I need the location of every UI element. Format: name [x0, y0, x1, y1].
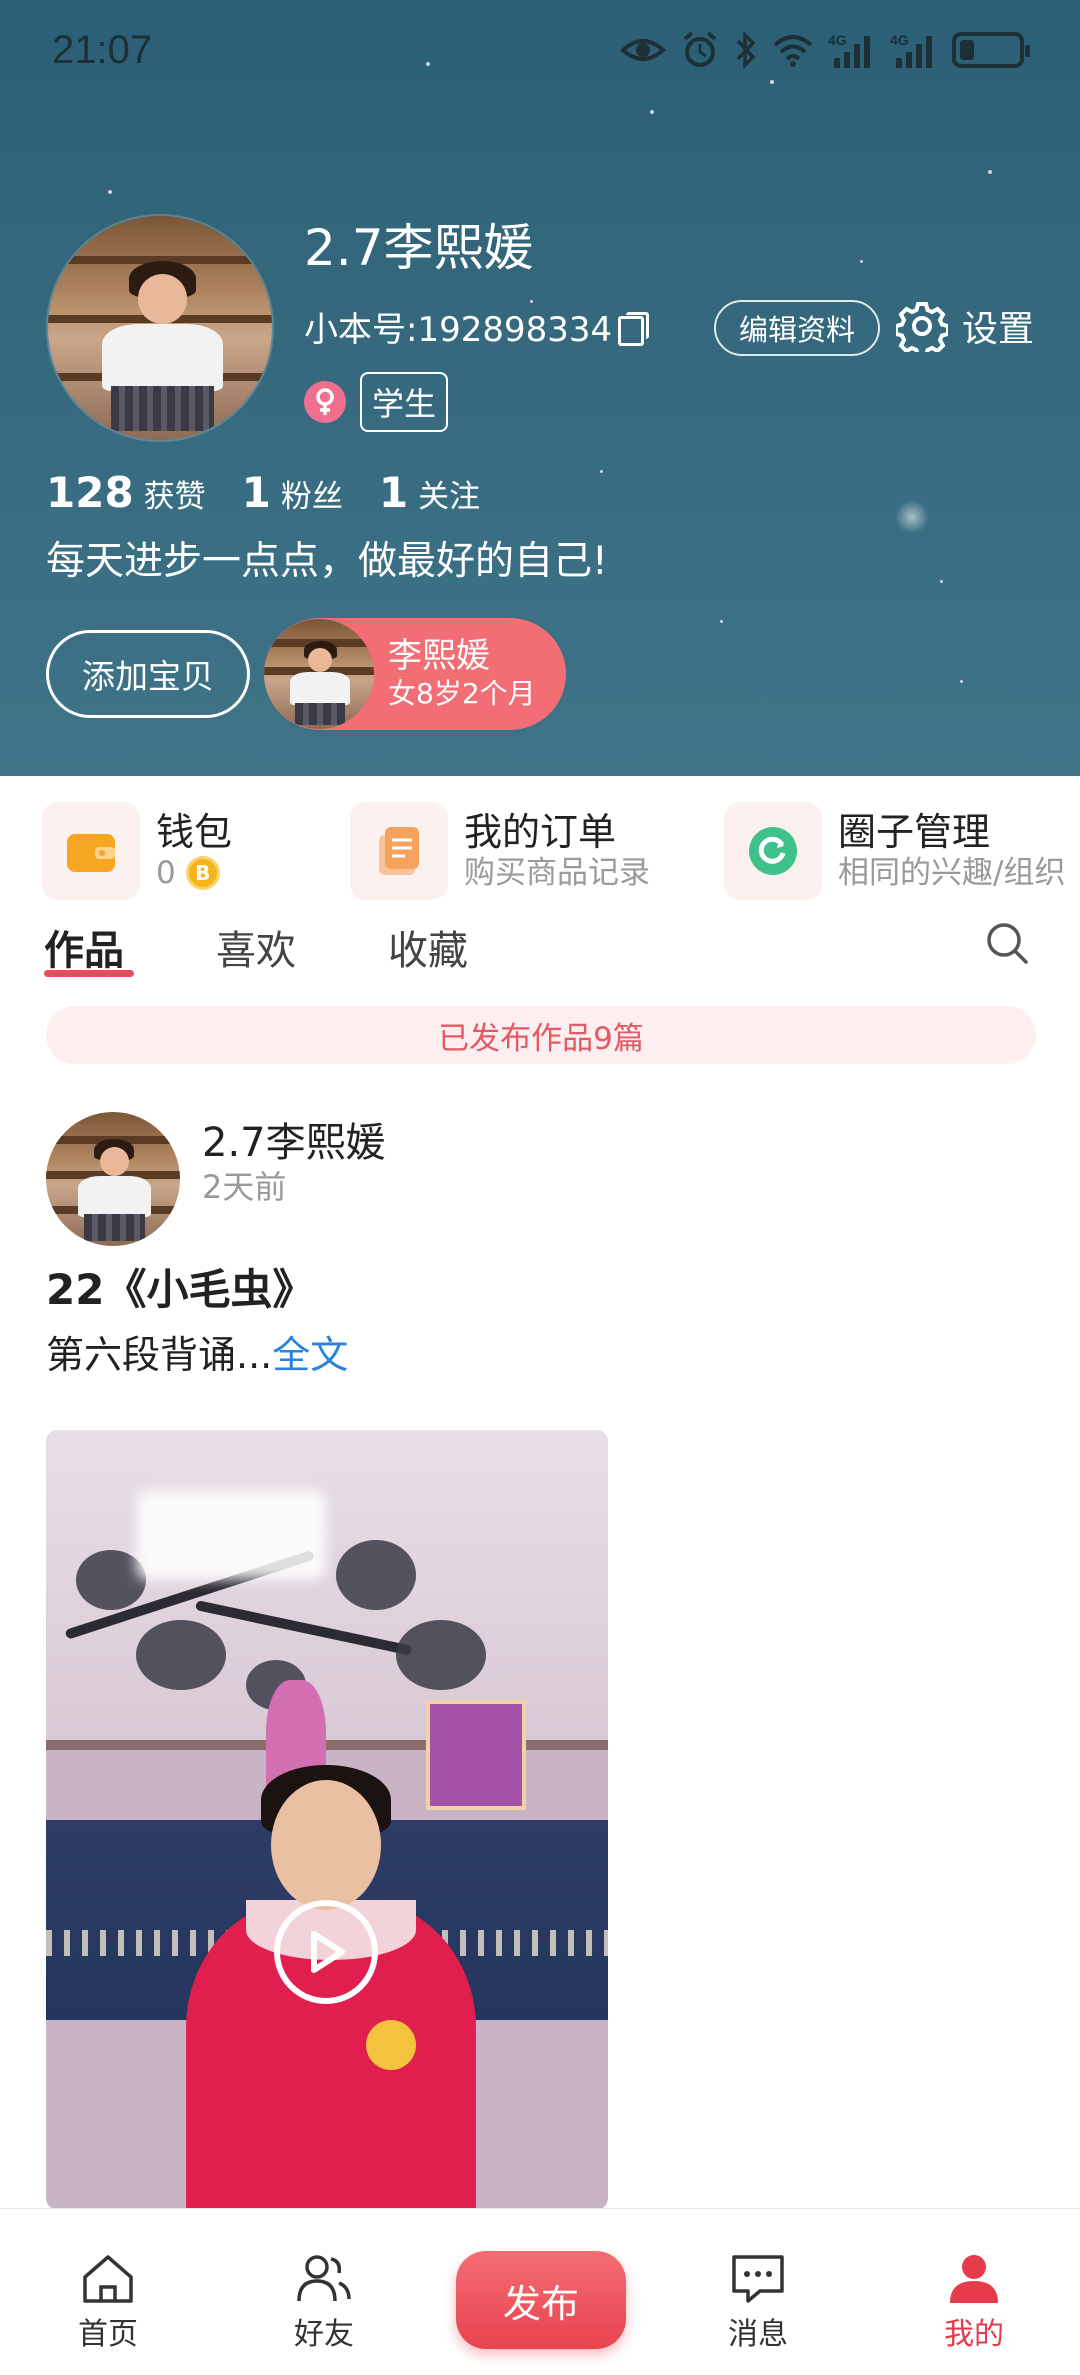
- profile-name: 2.7李熙媛: [304, 219, 534, 277]
- network-label-2: 4G: [890, 32, 909, 48]
- content-tabs: 作品 喜欢 收藏: [0, 906, 1080, 986]
- tab-favorites[interactable]: 收藏: [388, 918, 468, 976]
- fans-label: 粉丝: [280, 479, 343, 515]
- profile-avatar[interactable]: [46, 214, 274, 442]
- alarm-icon: [683, 31, 717, 67]
- orders-entry[interactable]: 我的订单 购买商品记录: [350, 802, 650, 900]
- edit-profile-button[interactable]: 编辑资料: [714, 300, 880, 356]
- circle-subtitle: 相同的兴趣/组织: [838, 855, 1066, 891]
- status-bar: 21:07 4G 4G: [0, 0, 1080, 108]
- wallet-entry[interactable]: 钱包 0B: [42, 802, 232, 900]
- profile-header: 21:07 4G 4G 2.7李熙媛 小本号:192898334 编辑资料 设置…: [0, 0, 1080, 776]
- post-author-name[interactable]: 2.7李熙媛: [202, 1110, 386, 1168]
- settings-button[interactable]: 设置: [896, 300, 1034, 352]
- uid-row[interactable]: 小本号:192898334: [304, 302, 650, 351]
- fans-count[interactable]: 1: [242, 468, 271, 517]
- female-icon: [304, 381, 346, 423]
- order-icon: [379, 827, 419, 875]
- tab-likes[interactable]: 喜欢: [216, 918, 296, 976]
- likes-label: 获赞: [143, 479, 206, 515]
- tab-works[interactable]: 作品: [44, 918, 124, 976]
- role-tag: 学生: [360, 372, 449, 432]
- nav-home-label: 首页: [78, 2317, 138, 2352]
- nav-friends-label: 好友: [294, 2317, 354, 2352]
- bottom-nav: 首页 好友 发布 消息 我的: [0, 2208, 1080, 2375]
- wallet-balance: 0: [156, 855, 176, 891]
- add-baby-button[interactable]: 添加宝贝: [46, 630, 250, 718]
- quick-entries: 钱包 0B 我的订单 购买商品记录 圈子管理 相同的兴趣/组织: [0, 776, 1080, 906]
- signal-4g-icon-2: 4G: [890, 32, 932, 68]
- wallet-icon: [67, 834, 115, 872]
- publish-button[interactable]: 发布: [456, 2251, 626, 2349]
- nav-friends[interactable]: 好友: [254, 2209, 394, 2375]
- baby-name: 李熙媛: [388, 636, 490, 676]
- settings-label: 设置: [962, 309, 1035, 350]
- read-more-link[interactable]: 全文: [272, 1333, 348, 1377]
- profile-icon: [950, 2255, 998, 2303]
- post-body-text: 第六段背诵...: [46, 1333, 273, 1377]
- baby-age: 女8岁2个月: [388, 677, 536, 710]
- profile-stats: 128 获赞 1 粉丝 1 关注: [46, 468, 516, 517]
- circle-title: 圈子管理: [838, 810, 991, 854]
- battery-icon: [952, 32, 1030, 68]
- search-icon[interactable]: [984, 920, 1030, 966]
- play-button[interactable]: [274, 1900, 378, 2004]
- following-count[interactable]: 1: [379, 468, 408, 517]
- post-body: 第六段背诵...全文: [46, 1324, 348, 1379]
- circle-icon: [749, 827, 797, 875]
- message-icon: [732, 2255, 784, 2303]
- post-author-avatar[interactable]: [46, 1112, 180, 1246]
- nav-profile[interactable]: 我的: [904, 2209, 1044, 2375]
- orders-title: 我的订单: [464, 810, 617, 854]
- active-tab-indicator: [44, 970, 134, 977]
- post-title[interactable]: 22《小毛虫》: [46, 1256, 314, 1317]
- baby-avatar: [264, 619, 374, 729]
- nav-messages-label: 消息: [728, 2317, 788, 2352]
- status-icons: 4G 4G: [620, 30, 1030, 70]
- friends-icon: [297, 2255, 351, 2302]
- profile-tags: 学生: [304, 372, 449, 432]
- network-label-1: 4G: [828, 32, 847, 48]
- likes-count[interactable]: 128: [46, 468, 134, 517]
- play-icon: [311, 1931, 345, 1973]
- nav-profile-label: 我的: [944, 2317, 1004, 2352]
- gear-icon: [896, 302, 948, 352]
- orders-subtitle: 购买商品记录: [464, 855, 650, 891]
- bluetooth-icon: [736, 30, 756, 70]
- wifi-icon: [773, 35, 813, 67]
- published-count-banner: 已发布作品9篇: [46, 1006, 1036, 1064]
- circle-entry[interactable]: 圈子管理 相同的兴趣/组织: [724, 802, 1065, 900]
- copy-icon[interactable]: [618, 311, 650, 346]
- post-video[interactable]: [46, 1430, 608, 2210]
- status-time: 21:07: [52, 28, 153, 72]
- wallet-title: 钱包: [156, 810, 233, 854]
- eye-icon: [620, 39, 666, 61]
- home-icon: [83, 2255, 133, 2303]
- nav-messages[interactable]: 消息: [688, 2209, 828, 2375]
- following-label: 关注: [418, 479, 481, 515]
- profile-bio: 每天进步一点点，做最好的自己!: [46, 539, 608, 584]
- baby-card[interactable]: 李熙媛 女8岁2个月: [264, 618, 566, 730]
- coin-icon: B: [185, 856, 220, 890]
- nav-home[interactable]: 首页: [38, 2209, 178, 2375]
- post-time: 2天前: [202, 1168, 287, 1206]
- signal-4g-icon: 4G: [828, 32, 870, 68]
- uid-label: 小本号:192898334: [304, 310, 613, 350]
